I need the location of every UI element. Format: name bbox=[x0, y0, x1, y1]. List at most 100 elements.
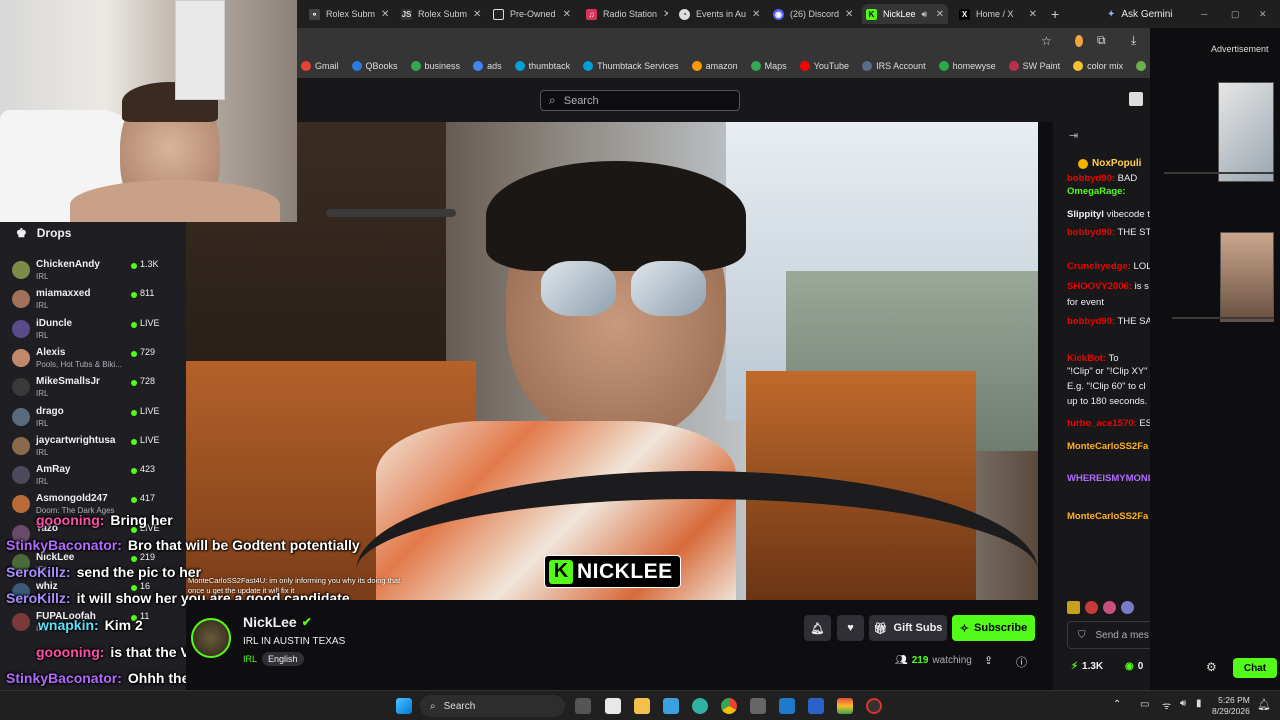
bookmark-item[interactable]: SW Paint bbox=[1008, 61, 1060, 71]
maximize-icon[interactable]: ▢ bbox=[1227, 4, 1241, 24]
close-window-icon[interactable]: ✕ bbox=[1255, 4, 1269, 24]
notification-icon[interactable]: 🔔︎ bbox=[1257, 698, 1271, 711]
browser-tab[interactable]: ♫ Radio Station ✕ bbox=[582, 4, 668, 24]
sidebar-channel[interactable]: jaycartwrightusa IRL LIVE bbox=[0, 434, 186, 462]
app-icon[interactable] bbox=[866, 698, 882, 714]
bookmark-item[interactable]: ads bbox=[473, 61, 502, 71]
drops-header[interactable]: ♚ Drops bbox=[16, 226, 71, 240]
chat-user[interactable]: turbo_ace1570: bbox=[1067, 418, 1137, 429]
folder-icon[interactable] bbox=[634, 698, 650, 714]
bookmark-item[interactable]: Thumbtack Services bbox=[583, 61, 679, 71]
sidebar-channel[interactable]: miamaxxed IRL 811 bbox=[0, 287, 186, 315]
bookmark-item[interactable]: 3d models bbox=[1136, 61, 1150, 71]
star-icon[interactable]: ☆ bbox=[1041, 34, 1052, 48]
browser-tab[interactable]: Pre-Owned ✕ bbox=[489, 4, 575, 24]
share-icon[interactable]: ⇪ bbox=[984, 654, 993, 667]
close-tab-icon[interactable]: ✕ bbox=[936, 9, 944, 20]
browser-tab[interactable]: ⚬ Rolex Subm ✕ bbox=[305, 4, 391, 24]
app-icon[interactable] bbox=[779, 698, 795, 714]
browser-tab[interactable]: ◔ Events in Au ✕ bbox=[675, 4, 761, 24]
chat-user[interactable]: Crunchyedge: bbox=[1067, 261, 1131, 272]
bookmark-item[interactable]: color mix bbox=[1073, 61, 1123, 71]
clock[interactable]: 5:26 PM 8/29/2026 bbox=[1212, 695, 1250, 717]
chat-user[interactable]: KickBot: bbox=[1067, 353, 1106, 364]
sidebar-channel[interactable]: iDuncle IRL LIVE bbox=[0, 317, 186, 345]
layout-icon[interactable] bbox=[1129, 92, 1143, 106]
calculator-icon[interactable] bbox=[750, 698, 766, 714]
browser-tab[interactable]: JS Rolex Subm ✕ bbox=[397, 4, 483, 24]
close-tab-icon[interactable]: ✕ bbox=[1029, 9, 1037, 20]
close-tab-icon[interactable]: ✕ bbox=[381, 9, 389, 20]
close-tab-icon[interactable]: ✕ bbox=[563, 9, 571, 20]
chat-user[interactable]: Slippityl bbox=[1067, 209, 1104, 220]
notepad-icon[interactable] bbox=[663, 698, 679, 714]
chrome-icon[interactable] bbox=[721, 698, 737, 714]
app-icon[interactable] bbox=[808, 698, 824, 714]
sidebar-channel[interactable]: ChickenAndy IRL 1.3K bbox=[0, 258, 186, 286]
browser-tab-active[interactable]: K NickLee 🔊︎ ✕ bbox=[862, 4, 948, 24]
search-input[interactable]: ⌕ Search bbox=[540, 90, 740, 111]
info-icon[interactable]: ⓘ bbox=[1016, 654, 1027, 670]
chat-input[interactable]: ⛉ Send a mes bbox=[1067, 621, 1150, 649]
app-icon[interactable] bbox=[837, 698, 853, 714]
task-view-icon[interactable] bbox=[575, 698, 591, 714]
taskbar-search[interactable]: ⌕ Search bbox=[420, 695, 565, 717]
new-tab-button[interactable]: + bbox=[1047, 4, 1065, 24]
speaker-icon[interactable]: 🔊︎ bbox=[922, 9, 928, 20]
bookmark-item[interactable]: thumbtack bbox=[514, 61, 570, 71]
channel-avatar[interactable] bbox=[191, 618, 231, 658]
chat-user[interactable]: OmegaRage: bbox=[1067, 186, 1126, 197]
extension-icon[interactable] bbox=[1075, 35, 1083, 47]
network-icon[interactable]: ▭ bbox=[1140, 699, 1149, 710]
chat-user[interactable]: MonteCarloSS2Fa bbox=[1067, 441, 1148, 452]
bookmark-item[interactable]: business bbox=[410, 61, 460, 71]
wifi-icon[interactable]: ᯤ bbox=[1162, 698, 1171, 712]
browser-tab[interactable]: X Home / X ✕ bbox=[955, 4, 1041, 24]
windows-start-icon[interactable] bbox=[396, 698, 412, 714]
ad-thumbnail[interactable] bbox=[1218, 82, 1274, 182]
gear-icon[interactable]: ⚙ bbox=[1206, 660, 1217, 674]
notifications-button[interactable]: 🔔︎ bbox=[804, 615, 831, 641]
kick-points[interactable]: ⚡︎ 1.3K bbox=[1071, 661, 1103, 672]
chat-user[interactable]: MonteCarloSS2Fa bbox=[1067, 511, 1148, 522]
close-tab-icon[interactable]: ✕ bbox=[663, 9, 668, 20]
bookmark-item[interactable]: amazon bbox=[691, 61, 738, 71]
bookmark-item[interactable]: IRS Account bbox=[862, 61, 926, 71]
battery-icon[interactable]: ▮ bbox=[1196, 698, 1202, 709]
ask-gemini-button[interactable]: ✦ Ask Gemini bbox=[1103, 4, 1191, 24]
file-icon[interactable] bbox=[605, 698, 621, 714]
sidebar-channel[interactable]: MikeSmallsJr IRL 728 bbox=[0, 375, 186, 403]
stream-category[interactable]: IRL bbox=[243, 654, 257, 664]
close-tab-icon[interactable]: ✕ bbox=[845, 9, 853, 20]
chat-user[interactable]: SHOOVY2006: bbox=[1067, 281, 1132, 292]
bookmark-item[interactable]: YouTube bbox=[799, 61, 849, 71]
chat-user[interactable]: bobbyd90: bbox=[1067, 173, 1115, 184]
minimize-icon[interactable]: ─ bbox=[1197, 4, 1211, 24]
collapse-chat-icon[interactable]: ⇥ bbox=[1069, 129, 1078, 142]
chat-user[interactable]: bobbyd90: bbox=[1067, 316, 1115, 327]
puzzle-icon[interactable]: ⧉ bbox=[1097, 33, 1106, 48]
browser-tab[interactable]: ◉ (26) Discord ✕ bbox=[769, 4, 855, 24]
subscribe-button[interactable]: ✧ Subscribe bbox=[952, 615, 1035, 641]
ad-thumbnail[interactable] bbox=[1220, 232, 1274, 322]
language-tag[interactable]: English bbox=[262, 652, 304, 666]
channel-name[interactable]: NickLee ✔ bbox=[243, 614, 312, 630]
sidebar-channel[interactable]: Alexis Pools, Hot Tubs & Biki... 729 bbox=[0, 346, 186, 374]
download-icon[interactable]: ⤓ bbox=[1131, 33, 1136, 48]
volume-icon[interactable]: 🔊︎ bbox=[1180, 698, 1186, 709]
gift-subs-button[interactable]: 🎁︎ Gift Subs bbox=[869, 615, 947, 641]
chat-button[interactable]: Chat bbox=[1233, 658, 1277, 678]
chevron-up-icon[interactable]: ⌃ bbox=[1113, 699, 1121, 710]
sidebar-channel[interactable]: drago IRL LIVE bbox=[0, 405, 186, 433]
bookmark-item[interactable]: QBooks bbox=[351, 61, 398, 71]
chat-user[interactable]: WHEREISMYMONI bbox=[1067, 473, 1150, 484]
follow-button[interactable]: ♥ bbox=[837, 615, 864, 641]
bookmark-item[interactable]: Maps bbox=[750, 61, 787, 71]
close-tab-icon[interactable]: ✕ bbox=[473, 9, 481, 20]
close-tab-icon[interactable]: ✕ bbox=[752, 9, 760, 20]
edge-icon[interactable] bbox=[692, 698, 708, 714]
stream-video[interactable] bbox=[186, 121, 1038, 600]
chat-user[interactable]: bobbyd90: bbox=[1067, 227, 1115, 238]
sidebar-channel[interactable]: AmRay IRL 423 bbox=[0, 463, 186, 491]
bookmark-item[interactable]: Gmail bbox=[301, 61, 339, 71]
